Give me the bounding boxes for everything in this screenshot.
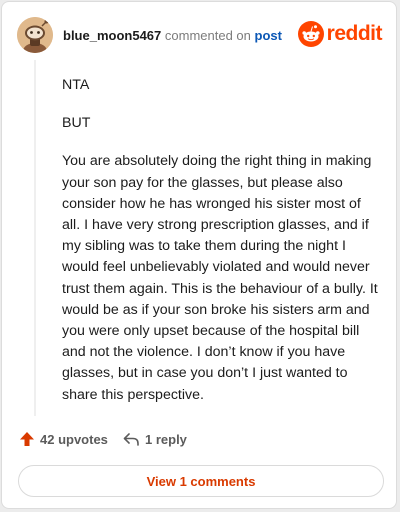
- reddit-snoo-icon: [297, 21, 324, 47]
- comment-paragraph: NTA: [62, 77, 90, 93]
- comment-actions: 42 upvotes 1 reply: [19, 431, 382, 451]
- comment-body: NTA BUT You are absolutely doing the rig…: [62, 75, 380, 423]
- upvote-button[interactable]: 42 upvotes: [19, 431, 108, 447]
- username-link[interactable]: blue_moon5467: [63, 28, 161, 43]
- comment-paragraph: You are absolutely doing the right thing…: [62, 153, 378, 403]
- reply-button[interactable]: 1 reply: [123, 431, 187, 447]
- post-link[interactable]: post: [255, 28, 282, 43]
- upvote-count: 42 upvotes: [40, 431, 108, 447]
- comment-meta: blue_moon5467 commented on post: [63, 28, 282, 43]
- reply-arrow-icon: [123, 433, 139, 446]
- upvote-arrow-icon: [20, 432, 34, 446]
- thread-line[interactable]: [34, 60, 36, 416]
- reply-count: 1 reply: [145, 431, 187, 447]
- user-avatar[interactable]: [17, 17, 53, 53]
- snoo-avatar-icon: [17, 17, 53, 53]
- comment-paragraph: BUT: [62, 115, 91, 132]
- view-comments-button[interactable]: View 1 comments: [18, 465, 384, 497]
- comment-header: blue_moon5467 commented on post reddit: [17, 17, 383, 53]
- commented-on-text: commented on: [164, 28, 251, 43]
- reddit-logo[interactable]: reddit: [297, 19, 383, 49]
- comment-card: blue_moon5467 commented on post reddit N…: [1, 1, 397, 509]
- reddit-wordmark: reddit: [326, 22, 383, 45]
